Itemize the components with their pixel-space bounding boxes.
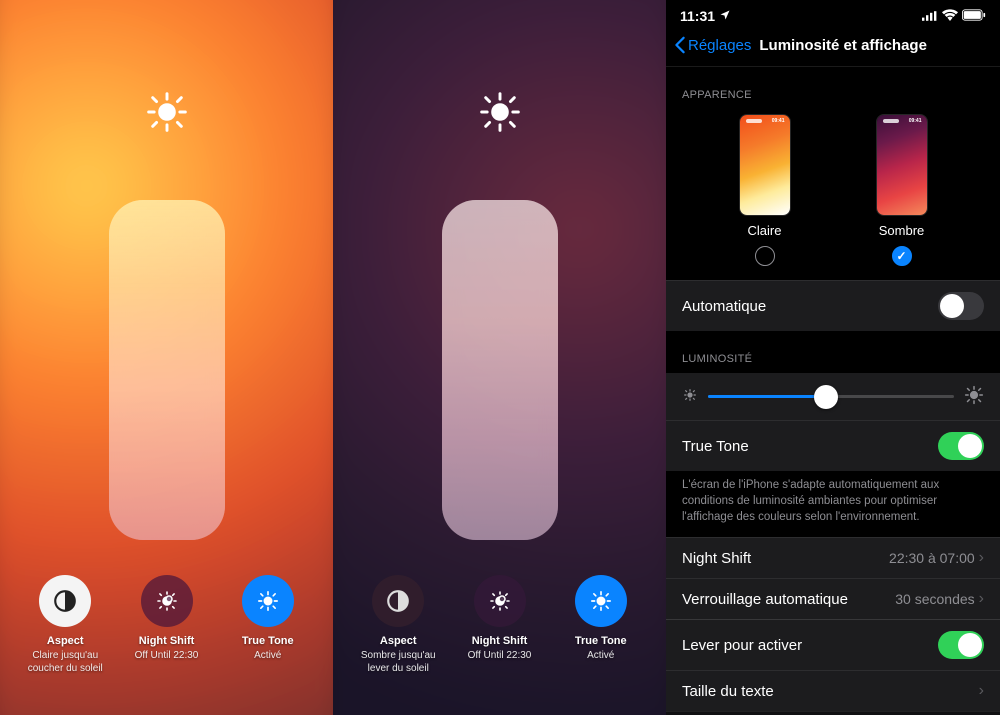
brightness-header: LUMINOSITÉ xyxy=(666,331,1000,373)
control-center-light: Aspect Claire jusqu'au coucher du soleil… xyxy=(0,0,333,715)
nav-title: Luminosité et affichage xyxy=(759,37,927,54)
light-preview: 09:41 xyxy=(740,115,790,215)
location-icon xyxy=(719,8,731,24)
wifi-icon xyxy=(942,8,958,24)
true-tone-label: True Tone xyxy=(682,438,749,455)
raise-to-wake-label: Lever pour activer xyxy=(682,637,802,654)
cc-button-row: Aspect Sombre jusqu'au lever du soleil N… xyxy=(333,575,666,675)
true-tone-toggle[interactable] xyxy=(938,432,984,460)
appearance-header: APPARENCE xyxy=(666,67,1000,109)
brightness-slider[interactable] xyxy=(109,200,225,540)
aspect-subtitle: Claire jusqu'au coucher du soleil xyxy=(19,649,111,675)
true-tone-icon xyxy=(575,575,627,627)
control-center-dark: Aspect Sombre jusqu'au lever du soleil N… xyxy=(333,0,666,715)
text-size-label: Taille du texte xyxy=(682,683,774,700)
back-label: Réglages xyxy=(688,37,751,54)
raise-to-wake-row[interactable]: Lever pour activer xyxy=(666,619,1000,670)
back-button[interactable]: Réglages xyxy=(674,36,751,54)
light-label: Claire xyxy=(748,223,782,238)
true-tone-subtitle: Activé xyxy=(587,649,614,662)
text-size-row[interactable]: Taille du texte › xyxy=(666,670,1000,711)
sun-min-icon xyxy=(682,387,698,406)
brightness-thumb[interactable] xyxy=(814,385,838,409)
true-tone-title: True Tone xyxy=(242,635,294,647)
appearance-dark-option[interactable]: 09:41 Sombre xyxy=(877,115,927,266)
dark-radio[interactable] xyxy=(892,246,912,266)
aspect-button[interactable]: Aspect Claire jusqu'au coucher du soleil xyxy=(19,575,111,675)
night-shift-row[interactable]: Night Shift 22:30 à 07:00› xyxy=(666,537,1000,578)
autolock-row[interactable]: Verrouillage automatique 30 secondes › xyxy=(666,578,1000,619)
night-shift-subtitle: Off Until 22:30 xyxy=(135,649,199,662)
aspect-subtitle: Sombre jusqu'au lever du soleil xyxy=(352,649,444,675)
signal-icon xyxy=(922,8,938,24)
settings-display-brightness: 11:31 Réglages Luminosité et affichage A… xyxy=(666,0,1000,715)
sun-max-icon xyxy=(964,385,984,408)
true-tone-title: True Tone xyxy=(575,635,627,647)
cc-button-row: Aspect Claire jusqu'au coucher du soleil… xyxy=(0,575,333,675)
bold-text-row[interactable]: Texte en gras xyxy=(666,711,1000,715)
night-shift-title: Night Shift xyxy=(139,635,195,647)
appearance-light-option[interactable]: 09:41 Claire xyxy=(740,115,790,266)
night-shift-detail: 22:30 à 07:00 xyxy=(889,550,975,566)
night-shift-icon xyxy=(474,575,526,627)
brightness-icon xyxy=(478,90,522,139)
dark-label: Sombre xyxy=(879,223,925,238)
night-shift-label: Night Shift xyxy=(682,550,751,567)
appearance-row: 09:41 Claire 09:41 Sombre xyxy=(666,109,1000,280)
chevron-right-icon: › xyxy=(979,590,984,608)
autolock-detail: 30 secondes xyxy=(895,591,974,607)
nav-bar: Réglages Luminosité et affichage xyxy=(666,28,1000,67)
status-time: 11:31 xyxy=(680,8,715,24)
night-shift-button[interactable]: Night Shift Off Until 22:30 xyxy=(454,575,546,675)
true-tone-row[interactable]: True Tone xyxy=(666,420,1000,471)
true-tone-button[interactable]: True Tone Activé xyxy=(222,575,314,675)
chevron-right-icon: › xyxy=(979,549,984,567)
night-shift-button[interactable]: Night Shift Off Until 22:30 xyxy=(121,575,213,675)
automatic-row[interactable]: Automatique xyxy=(666,280,1000,331)
true-tone-subtitle: Activé xyxy=(254,649,281,662)
true-tone-button[interactable]: True Tone Activé xyxy=(555,575,647,675)
light-radio[interactable] xyxy=(755,246,775,266)
aspect-title: Aspect xyxy=(47,635,84,647)
battery-icon xyxy=(962,8,986,24)
raise-to-wake-toggle[interactable] xyxy=(938,631,984,659)
contrast-icon xyxy=(39,575,91,627)
contrast-icon xyxy=(372,575,424,627)
brightness-track-fill xyxy=(708,395,826,398)
dark-preview: 09:41 xyxy=(877,115,927,215)
night-shift-title: Night Shift xyxy=(472,635,528,647)
brightness-fill xyxy=(109,200,225,540)
brightness-slider-row xyxy=(666,373,1000,420)
autolock-label: Verrouillage automatique xyxy=(682,591,848,608)
night-shift-subtitle: Off Until 22:30 xyxy=(468,649,532,662)
automatic-label: Automatique xyxy=(682,298,766,315)
brightness-slider[interactable] xyxy=(442,200,558,540)
true-tone-icon xyxy=(242,575,294,627)
brightness-fill xyxy=(442,200,558,540)
status-bar: 11:31 xyxy=(666,0,1000,28)
chevron-right-icon: › xyxy=(979,682,984,700)
aspect-button[interactable]: Aspect Sombre jusqu'au lever du soleil xyxy=(352,575,444,675)
brightness-track[interactable] xyxy=(708,395,954,398)
brightness-icon xyxy=(145,90,189,139)
automatic-toggle[interactable] xyxy=(938,292,984,320)
night-shift-icon xyxy=(141,575,193,627)
true-tone-helper: L'écran de l'iPhone s'adapte automatique… xyxy=(666,471,1000,537)
aspect-title: Aspect xyxy=(380,635,417,647)
